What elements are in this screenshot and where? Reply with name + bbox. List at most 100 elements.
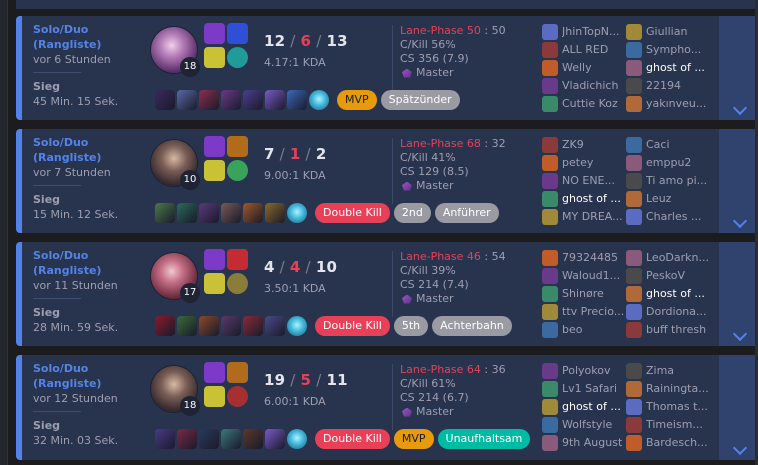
player-entry[interactable]: ghost of ...: [542, 190, 628, 207]
ward-icon[interactable]: [287, 203, 307, 223]
item-icon[interactable]: [265, 429, 285, 449]
player-name[interactable]: petey: [562, 156, 628, 169]
player-entry[interactable]: petey: [542, 154, 628, 171]
player-name[interactable]: Welly: [562, 61, 628, 74]
player-name[interactable]: Leuz: [646, 192, 712, 205]
item-icon[interactable]: [221, 429, 241, 449]
item-icon[interactable]: [221, 90, 241, 110]
player-entry[interactable]: JhinTopN...: [542, 23, 628, 40]
player-name[interactable]: Sympho...: [646, 43, 712, 56]
player-entry[interactable]: Wolfstyle: [542, 416, 628, 433]
player-entry[interactable]: Rainingta...: [626, 380, 712, 397]
player-entry[interactable]: emppu2: [626, 154, 712, 171]
player-name[interactable]: buff thresh: [646, 323, 712, 336]
player-entry[interactable]: Giullian: [626, 23, 712, 40]
player-name[interactable]: 79324485: [562, 251, 628, 264]
rune-primary-icon[interactable]: [204, 47, 225, 68]
player-name[interactable]: ttv Precio...: [562, 305, 628, 318]
summoner-spell-icon[interactable]: [227, 362, 248, 383]
player-name[interactable]: Charles ...: [646, 210, 712, 223]
player-entry[interactable]: 22194: [626, 77, 712, 94]
player-name[interactable]: Cuttie Koz: [562, 97, 628, 110]
player-name[interactable]: Vladichich: [562, 79, 628, 92]
item-icon[interactable]: [221, 316, 241, 336]
player-name[interactable]: Ti amo pi...: [646, 174, 712, 187]
player-entry[interactable]: buff thresh: [626, 321, 712, 338]
player-entry[interactable]: beo: [542, 321, 628, 338]
player-entry[interactable]: Cuttie Koz: [542, 95, 628, 112]
rune-secondary-icon[interactable]: [227, 47, 248, 68]
player-entry[interactable]: yakınveu...: [626, 95, 712, 112]
player-name[interactable]: ghost of ...: [562, 400, 628, 413]
item-icon[interactable]: [243, 316, 263, 336]
rune-primary-icon[interactable]: [204, 386, 225, 407]
player-name[interactable]: 22194: [646, 79, 712, 92]
player-name[interactable]: ghost of ...: [646, 61, 712, 74]
player-entry[interactable]: NO ENE...: [542, 172, 628, 189]
item-icon[interactable]: [177, 90, 197, 110]
item-icon[interactable]: [243, 203, 263, 223]
item-icon[interactable]: [243, 429, 263, 449]
player-name[interactable]: 9th August: [562, 436, 628, 449]
player-name[interactable]: Caci: [646, 138, 712, 151]
player-name[interactable]: Wolfstyle: [562, 418, 628, 431]
summoner-spell-icon[interactable]: [227, 249, 248, 270]
summoner-spell-icon[interactable]: [204, 23, 225, 44]
player-entry[interactable]: ghost of ...: [542, 398, 628, 415]
player-name[interactable]: beo: [562, 323, 628, 336]
player-name[interactable]: Polyokov: [562, 364, 628, 377]
player-entry[interactable]: Leuz: [626, 190, 712, 207]
item-icon[interactable]: [221, 203, 241, 223]
player-name[interactable]: Thomas t...: [646, 400, 712, 413]
item-icon[interactable]: [177, 429, 197, 449]
player-entry[interactable]: Zima: [626, 362, 712, 379]
summoner-spell-icon[interactable]: [204, 362, 225, 383]
player-name[interactable]: Rainingta...: [646, 382, 712, 395]
player-name[interactable]: NO ENE...: [562, 174, 628, 187]
item-icon[interactable]: [199, 429, 219, 449]
player-name[interactable]: MY DREA...: [562, 210, 628, 223]
player-entry[interactable]: Welly: [542, 59, 628, 76]
ward-icon[interactable]: [287, 429, 307, 449]
player-entry[interactable]: PeskoV: [626, 267, 712, 284]
player-name[interactable]: ghost of ...: [646, 287, 712, 300]
player-name[interactable]: Lv1 Safari: [562, 382, 628, 395]
expand-match-button[interactable]: [719, 355, 755, 460]
rune-secondary-icon[interactable]: [227, 160, 248, 181]
player-name[interactable]: ZK9: [562, 138, 628, 151]
item-icon[interactable]: [265, 316, 285, 336]
player-entry[interactable]: Polyokov: [542, 362, 628, 379]
expand-match-button[interactable]: [719, 242, 755, 346]
item-icon[interactable]: [155, 429, 175, 449]
expand-match-button[interactable]: [719, 129, 755, 233]
player-entry[interactable]: Vladichich: [542, 77, 628, 94]
player-entry[interactable]: MY DREA...: [542, 208, 628, 225]
player-name[interactable]: JhinTopN...: [562, 25, 628, 38]
item-icon[interactable]: [199, 90, 219, 110]
ward-icon[interactable]: [287, 316, 307, 336]
expand-match-button[interactable]: [719, 16, 755, 120]
item-icon[interactable]: [287, 90, 307, 110]
item-icon[interactable]: [265, 203, 285, 223]
player-entry[interactable]: ghost of ...: [626, 285, 712, 302]
player-entry[interactable]: Caci: [626, 136, 712, 153]
player-entry[interactable]: Thomas t...: [626, 398, 712, 415]
item-icon[interactable]: [155, 316, 175, 336]
item-icon[interactable]: [243, 90, 263, 110]
player-name[interactable]: Zima: [646, 364, 712, 377]
item-icon[interactable]: [155, 203, 175, 223]
player-entry[interactable]: Ti amo pi...: [626, 172, 712, 189]
player-entry[interactable]: Charles ...: [626, 208, 712, 225]
player-entry[interactable]: Sympho...: [626, 41, 712, 58]
player-name[interactable]: ghost of ...: [562, 192, 628, 205]
player-entry[interactable]: Lv1 Safari: [542, 380, 628, 397]
player-entry[interactable]: ALL RED: [542, 41, 628, 58]
summoner-spell-icon[interactable]: [227, 23, 248, 44]
player-name[interactable]: LeoDarkn...: [646, 251, 712, 264]
item-icon[interactable]: [177, 316, 197, 336]
summoner-spell-icon[interactable]: [204, 136, 225, 157]
summoner-spell-icon[interactable]: [227, 136, 248, 157]
player-name[interactable]: ALL RED: [562, 43, 628, 56]
player-name[interactable]: Waloud1...: [562, 269, 628, 282]
player-entry[interactable]: LeoDarkn...: [626, 249, 712, 266]
